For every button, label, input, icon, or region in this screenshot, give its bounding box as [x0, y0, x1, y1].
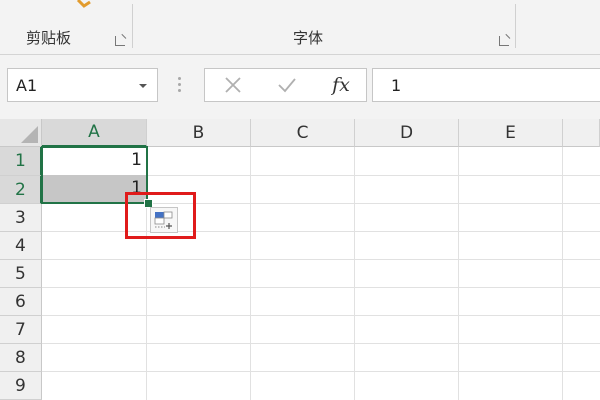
- column-header-d[interactable]: D: [355, 119, 459, 147]
- formula-value: 1: [391, 76, 402, 95]
- row-header-5[interactable]: 5: [0, 260, 42, 288]
- formula-buttons: fx: [204, 68, 367, 102]
- select-all-button[interactable]: [0, 119, 42, 147]
- gridline: [250, 147, 251, 400]
- font-group: 字体: [133, 0, 515, 54]
- drag-handle-icon[interactable]: [178, 77, 182, 93]
- enter-button[interactable]: [267, 69, 307, 101]
- column-header-e[interactable]: E: [459, 119, 563, 147]
- insert-function-icon: fx: [332, 74, 350, 96]
- formula-bar-area: A1 fx 1: [0, 55, 600, 119]
- ribbon-separator: [515, 4, 516, 48]
- row-header-3[interactable]: 3: [0, 204, 42, 232]
- column-header-b[interactable]: B: [147, 119, 251, 147]
- gridline: [42, 315, 600, 316]
- gridline: [562, 147, 563, 400]
- column-header-c[interactable]: C: [251, 119, 355, 147]
- column-header-partial[interactable]: [563, 119, 600, 147]
- enter-check-icon: [278, 78, 296, 93]
- name-box-value: A1: [16, 76, 38, 95]
- ribbon: 剪贴板 字体: [0, 0, 600, 55]
- row-header-8[interactable]: 8: [0, 344, 42, 372]
- gridline: [42, 287, 600, 288]
- dropdown-caret-icon[interactable]: [139, 84, 147, 88]
- gridline: [42, 259, 600, 260]
- gridline: [42, 343, 600, 344]
- gridline: [354, 147, 355, 400]
- column-header-a[interactable]: A: [42, 119, 147, 147]
- insert-function-button[interactable]: fx: [321, 69, 361, 101]
- formula-input[interactable]: 1: [372, 68, 600, 102]
- font-group-label: 字体: [293, 29, 324, 47]
- row-header-1[interactable]: 1: [0, 147, 42, 176]
- cancel-button[interactable]: [213, 69, 253, 101]
- row-header-2[interactable]: 2: [0, 176, 42, 204]
- clipboard-group-label: 剪贴板: [26, 29, 72, 47]
- row-header-4[interactable]: 4: [0, 232, 42, 260]
- name-box[interactable]: A1: [7, 68, 158, 102]
- cancel-icon: [225, 77, 241, 93]
- gridline: [42, 371, 600, 372]
- row-header-6[interactable]: 6: [0, 288, 42, 316]
- dialog-launcher-icon[interactable]: [115, 36, 125, 46]
- dialog-launcher-icon[interactable]: [499, 36, 509, 46]
- clipboard-group: 剪贴板: [0, 0, 132, 54]
- annotation-highlight-box: [125, 192, 196, 239]
- row-header-9[interactable]: 9: [0, 372, 42, 400]
- row-header-7[interactable]: 7: [0, 316, 42, 344]
- gridline: [458, 147, 459, 400]
